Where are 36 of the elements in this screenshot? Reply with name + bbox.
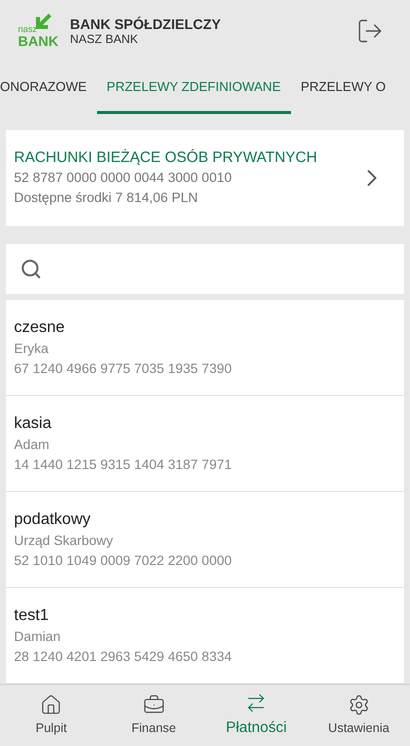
- account-card[interactable]: RACHUNKI BIEŻĄCE OSÓB PRYWATNYCH 52 8787 0000 0000 0044 3000 0010 Dostępne środki 7 814,06 PLN: [6, 130, 404, 226]
- account-name: RACHUNKI BIEŻĄCE OSÓB PRYWATNYCH: [14, 148, 318, 168]
- tab[interactable]: ONORAZOWE: [0, 62, 97, 114]
- recipient-name: Urząd Skarbowy: [14, 532, 114, 550]
- recipient-name: Eryka: [14, 340, 50, 358]
- account-number: 14 1440 1215 9315 1404 3187 7971: [14, 456, 233, 474]
- transfer-title: podatkowy: [14, 510, 92, 530]
- nav-item[interactable]: Finanse: [102, 685, 205, 746]
- transfer-title: czesne: [14, 318, 66, 338]
- nav-item[interactable]: Ustawienia: [308, 685, 410, 746]
- transfer-title: kasia: [14, 414, 52, 434]
- account-number: 67 1240 4966 9775 7035 1935 7390: [14, 360, 233, 378]
- search-icon: [20, 258, 42, 280]
- briefcase-icon: [142, 694, 165, 716]
- nav-item[interactable]: Płatności: [205, 685, 308, 746]
- home-icon: [40, 694, 62, 716]
- transfer-item[interactable]: test1 Damian 28 1240 4201 2963 5429 4650 8334: [6, 588, 404, 683]
- bank-subtitle: NASZ BANK: [70, 32, 140, 46]
- recipient-name: Damian: [14, 628, 62, 646]
- logo-small-text: nasz: [18, 25, 38, 33]
- available-balance: Dostępne środki 7 814,06 PLN: [14, 189, 199, 207]
- transfer-title: test1: [14, 606, 50, 626]
- account-number: 52 8787 0000 0000 0044 3000 0010: [14, 169, 233, 187]
- account-number: 28 1240 4201 2963 5429 4650 8334: [14, 648, 233, 666]
- tab[interactable]: PRZELEWY O: [290, 62, 386, 114]
- settings-icon: [348, 694, 370, 716]
- search-field[interactable]: [6, 244, 404, 294]
- logo-text: BANK: [18, 33, 58, 49]
- tab[interactable]: PRZELEWY ZDEFINIOWANE: [96, 62, 291, 114]
- account-number: 52 1010 1049 0009 7022 2200 0000: [14, 552, 233, 570]
- transfer-item[interactable]: czesne Eryka 67 1240 4966 9775 7035 1935 7390: [6, 300, 404, 395]
- nav-item[interactable]: Pulpit: [0, 685, 102, 746]
- transfer-item[interactable]: podatkowy Urząd Skarbowy 52 1010 1049 0009 7022 2200 0000: [6, 492, 404, 587]
- bank-name: BANK SPÓŁDZIELCZY: [70, 16, 221, 32]
- transfer-item[interactable]: kasia Adam 14 1440 1215 9315 1404 3187 7971: [6, 396, 404, 491]
- recipient-name: Adam: [14, 436, 50, 454]
